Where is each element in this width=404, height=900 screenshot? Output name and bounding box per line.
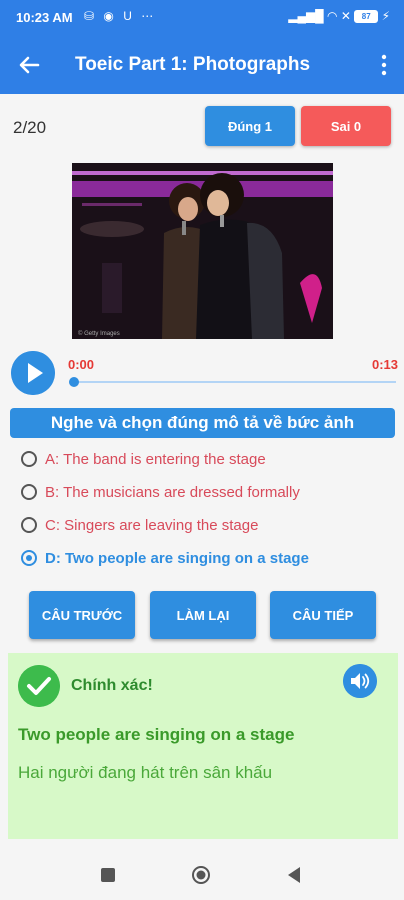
result-status: Chính xác! (71, 677, 153, 694)
option-label: B: The musicians are dressed formally (45, 483, 300, 501)
next-question-button[interactable]: CÂU TIẾP (270, 591, 376, 639)
recents-icon[interactable] (101, 868, 115, 882)
back-triangle-icon[interactable] (285, 865, 303, 885)
prev-question-button[interactable]: CÂU TRƯỚC (29, 591, 135, 639)
check-icon (18, 665, 60, 707)
notification-icons: ⛁ ◉ U ⋯ (84, 9, 157, 23)
seek-bar[interactable] (74, 381, 396, 383)
option-a[interactable]: A: The band is entering the stage (21, 447, 266, 471)
result-panel: Chính xác! Two people are singing on a s… (8, 653, 398, 839)
seek-handle[interactable] (69, 377, 79, 387)
system-nav-bar (0, 848, 404, 900)
status-time: 10:23 AM (16, 10, 73, 25)
app-bar: Toeic Part 1: Photographs (0, 36, 404, 94)
wrong-count-button[interactable]: Sai 0 (301, 106, 391, 146)
charging-icon: ⚡ (381, 9, 390, 23)
system-icons: ▂▄▆█ ◠ ✕ 87 ⚡ (288, 9, 390, 24)
speaker-icon[interactable] (343, 664, 377, 698)
home-icon[interactable] (191, 865, 211, 885)
radio-selected-icon[interactable] (21, 550, 37, 566)
answer-english: Two people are singing on a stage (18, 725, 295, 744)
page-title: Toeic Part 1: Photographs (75, 54, 311, 75)
play-icon[interactable] (11, 351, 55, 395)
question-counter: 2/20 (13, 118, 47, 137)
question-photo: © Getty Images (72, 163, 333, 339)
option-b[interactable]: B: The musicians are dressed formally (21, 480, 300, 504)
radio-icon[interactable] (21, 451, 37, 467)
answer-vietnamese: Hai người đang hát trên sân khấu (18, 763, 273, 782)
signal-wifi-icons: ▂▄▆█ ◠ ✕ (288, 9, 351, 23)
status-bar: 10:23 AM ⛁ ◉ U ⋯ ▂▄▆█ ◠ ✕ 87 ⚡ (0, 0, 404, 36)
correct-count-button[interactable]: Đúng 1 (205, 106, 295, 146)
retry-button[interactable]: LÀM LẠI (150, 591, 256, 639)
option-d[interactable]: D: Two people are singing on a stage (21, 546, 309, 570)
option-label: A: The band is entering the stage (45, 450, 266, 468)
arrow-left-icon[interactable] (14, 50, 44, 80)
option-label: C: Singers are leaving the stage (45, 516, 259, 534)
option-label: D: Two people are singing on a stage (45, 549, 309, 567)
radio-icon[interactable] (21, 484, 37, 500)
more-vert-icon[interactable] (376, 52, 392, 78)
svg-text:© Getty Images: © Getty Images (78, 330, 120, 337)
question-prompt: Nghe và chọn đúng mô tả về bức ảnh (10, 408, 395, 438)
battery-icon: 87 (354, 10, 379, 24)
radio-icon[interactable] (21, 517, 37, 533)
current-time: 0:00 (68, 357, 95, 372)
duration: 0:13 (371, 357, 398, 372)
option-c[interactable]: C: Singers are leaving the stage (21, 513, 258, 537)
